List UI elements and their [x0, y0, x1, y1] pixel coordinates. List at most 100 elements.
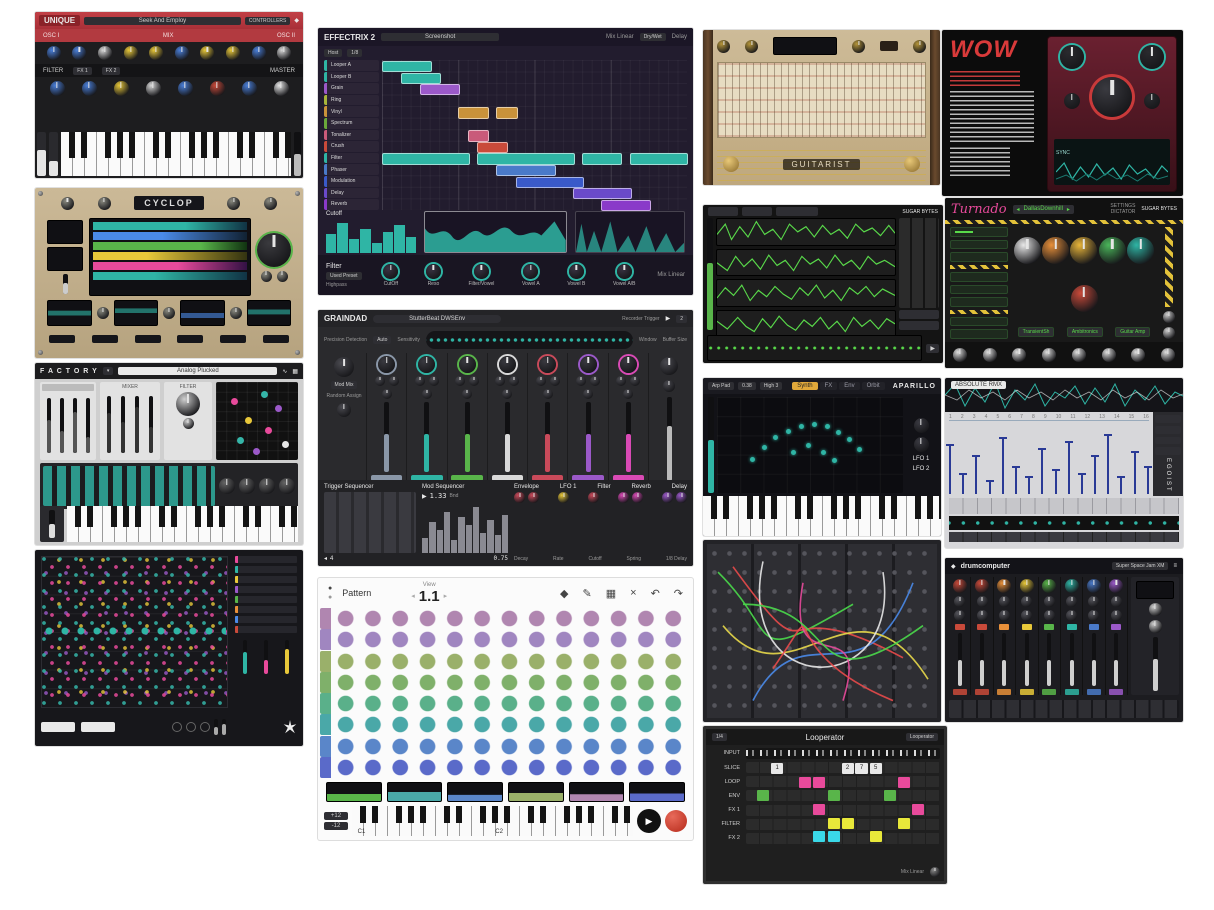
- macro-knob[interactable]: [1102, 348, 1116, 362]
- drywet-chip[interactable]: Dry/Wet: [640, 33, 666, 41]
- channel-select-pad[interactable]: [1044, 624, 1054, 630]
- matrix-dot[interactable]: [231, 398, 238, 405]
- play-button[interactable]: ▶: [637, 809, 661, 833]
- note-dot-row[interactable]: [332, 672, 687, 693]
- macro-knob[interactable]: [983, 348, 997, 362]
- mini-seq-display[interactable]: [508, 782, 564, 802]
- play-icon[interactable]: ▶: [666, 315, 671, 322]
- looperator-cell[interactable]: [884, 790, 896, 801]
- module-small-knob[interactable]: [543, 389, 553, 399]
- mix-mode-label[interactable]: Mix Linear: [606, 34, 634, 40]
- channel-knob-1[interactable]: [1087, 579, 1101, 593]
- effect-slot[interactable]: [950, 227, 1008, 237]
- module-chip[interactable]: Ambitronics: [1067, 327, 1103, 337]
- dots-icon[interactable]: ●: [328, 585, 332, 592]
- delay-tab[interactable]: Delay: [672, 34, 687, 40]
- patch-cable[interactable]: [723, 626, 928, 680]
- side-button[interactable]: [1155, 437, 1181, 445]
- macro-slider[interactable]: [264, 640, 268, 674]
- cyclop-screen[interactable]: [47, 247, 83, 271]
- mod-bar[interactable]: [437, 530, 443, 553]
- osc-knob[interactable]: [277, 46, 291, 60]
- module-small-knob[interactable]: [590, 376, 600, 386]
- sequence-clip[interactable]: [458, 107, 489, 118]
- sequence-clip[interactable]: [382, 153, 470, 164]
- mix-footer-label[interactable]: Mix Linear: [657, 272, 685, 278]
- effect-slot[interactable]: [950, 272, 1008, 282]
- row-select-tab[interactable]: [320, 757, 331, 778]
- osc-knob[interactable]: [47, 46, 61, 60]
- module-slider[interactable]: [626, 402, 631, 472]
- channel-knob-2[interactable]: [1111, 596, 1122, 607]
- cyclop-knob[interactable]: [61, 197, 74, 210]
- module-main-knob[interactable]: [499, 356, 516, 373]
- mini-seq-display[interactable]: [569, 782, 625, 802]
- delay-time-value[interactable]: 1/8 Delay: [666, 556, 687, 562]
- preset-list-red-lines[interactable]: [950, 68, 1020, 86]
- patch-cable[interactable]: [800, 583, 849, 701]
- next-icon[interactable]: ▸: [444, 592, 448, 600]
- module-small-knob[interactable]: [509, 376, 519, 386]
- looperator-cell[interactable]: [813, 777, 825, 788]
- sequence-clip[interactable]: [477, 142, 508, 153]
- looperator-cell[interactable]: 2: [842, 763, 854, 774]
- master-fader[interactable]: [1153, 637, 1158, 691]
- module-small-knob[interactable]: [375, 376, 385, 386]
- voice-chip[interactable]: [235, 596, 297, 603]
- channel-fader[interactable]: [1002, 633, 1006, 686]
- sequence-clip[interactable]: [420, 84, 460, 95]
- channel-select-pad[interactable]: [1067, 624, 1077, 630]
- channel-fader[interactable]: [1025, 633, 1029, 686]
- slice-marker[interactable]: [1094, 455, 1096, 494]
- mod-wheel[interactable]: [49, 132, 58, 176]
- mixer-slider[interactable]: [149, 396, 153, 453]
- cyclop-button[interactable]: [92, 335, 118, 343]
- dictator-button[interactable]: DICTATOR: [1111, 209, 1136, 215]
- effect-row-button[interactable]: Looper A: [324, 60, 379, 71]
- looperator-cell[interactable]: [898, 777, 910, 788]
- wow-small-knob[interactable]: [1144, 93, 1160, 109]
- looperator-cell[interactable]: [828, 818, 840, 829]
- recorder-count-chip[interactable]: 2: [676, 315, 687, 323]
- cyclop-button[interactable]: [263, 335, 289, 343]
- master-label[interactable]: MASTER: [270, 68, 295, 74]
- dseq-chip[interactable]: [899, 310, 939, 319]
- effect-row-button[interactable]: Filter: [324, 153, 379, 164]
- dry-wet-knob[interactable]: [1163, 311, 1175, 323]
- note-dot-row[interactable]: [332, 757, 687, 778]
- aparillo-tab[interactable]: Env: [839, 382, 859, 390]
- channel-knob-2[interactable]: [1066, 596, 1077, 607]
- mix-knob[interactable]: [930, 867, 940, 877]
- looperator-cell[interactable]: 5: [870, 763, 882, 774]
- effect-slot[interactable]: [950, 297, 1008, 307]
- channel-knob-1[interactable]: [1109, 579, 1123, 593]
- filter-knob[interactable]: [426, 264, 441, 279]
- step-grid[interactable]: [382, 60, 687, 210]
- matrix-dot[interactable]: [282, 441, 289, 448]
- factory-menu-chip[interactable]: ▾: [103, 367, 114, 375]
- pattern-position[interactable]: 1.1: [419, 588, 440, 605]
- voice-chip[interactable]: [235, 586, 297, 593]
- slice-marker[interactable]: [1107, 434, 1109, 494]
- module-main-knob[interactable]: [539, 356, 556, 373]
- channel-knob-1[interactable]: [975, 579, 989, 593]
- mod-matrix-pad[interactable]: [216, 382, 298, 460]
- arp-note-dot[interactable]: [847, 437, 852, 442]
- osc-knob[interactable]: [98, 46, 112, 60]
- preset-list-white-lines[interactable]: [950, 90, 1034, 142]
- turnado-effect-knob[interactable]: [1042, 237, 1069, 264]
- module-main-knob[interactable]: [620, 356, 637, 373]
- row-select-tab[interactable]: [320, 736, 331, 757]
- channel-mute-chip[interactable]: [1087, 689, 1101, 695]
- arp-note-dot[interactable]: [750, 457, 755, 462]
- mini-seq-display[interactable]: [326, 782, 382, 802]
- effect-row-button[interactable]: Looper B: [324, 72, 379, 83]
- module-main-knob[interactable]: [580, 356, 597, 373]
- assign-knob[interactable]: [337, 403, 351, 417]
- env-decay-knob[interactable]: [528, 492, 539, 503]
- cyclop-slider[interactable]: [63, 274, 68, 294]
- main-knob[interactable]: [334, 357, 354, 377]
- dseq-master-slider[interactable]: [707, 218, 713, 330]
- step-bar[interactable]: [383, 232, 393, 253]
- fx-knob[interactable]: [114, 81, 129, 96]
